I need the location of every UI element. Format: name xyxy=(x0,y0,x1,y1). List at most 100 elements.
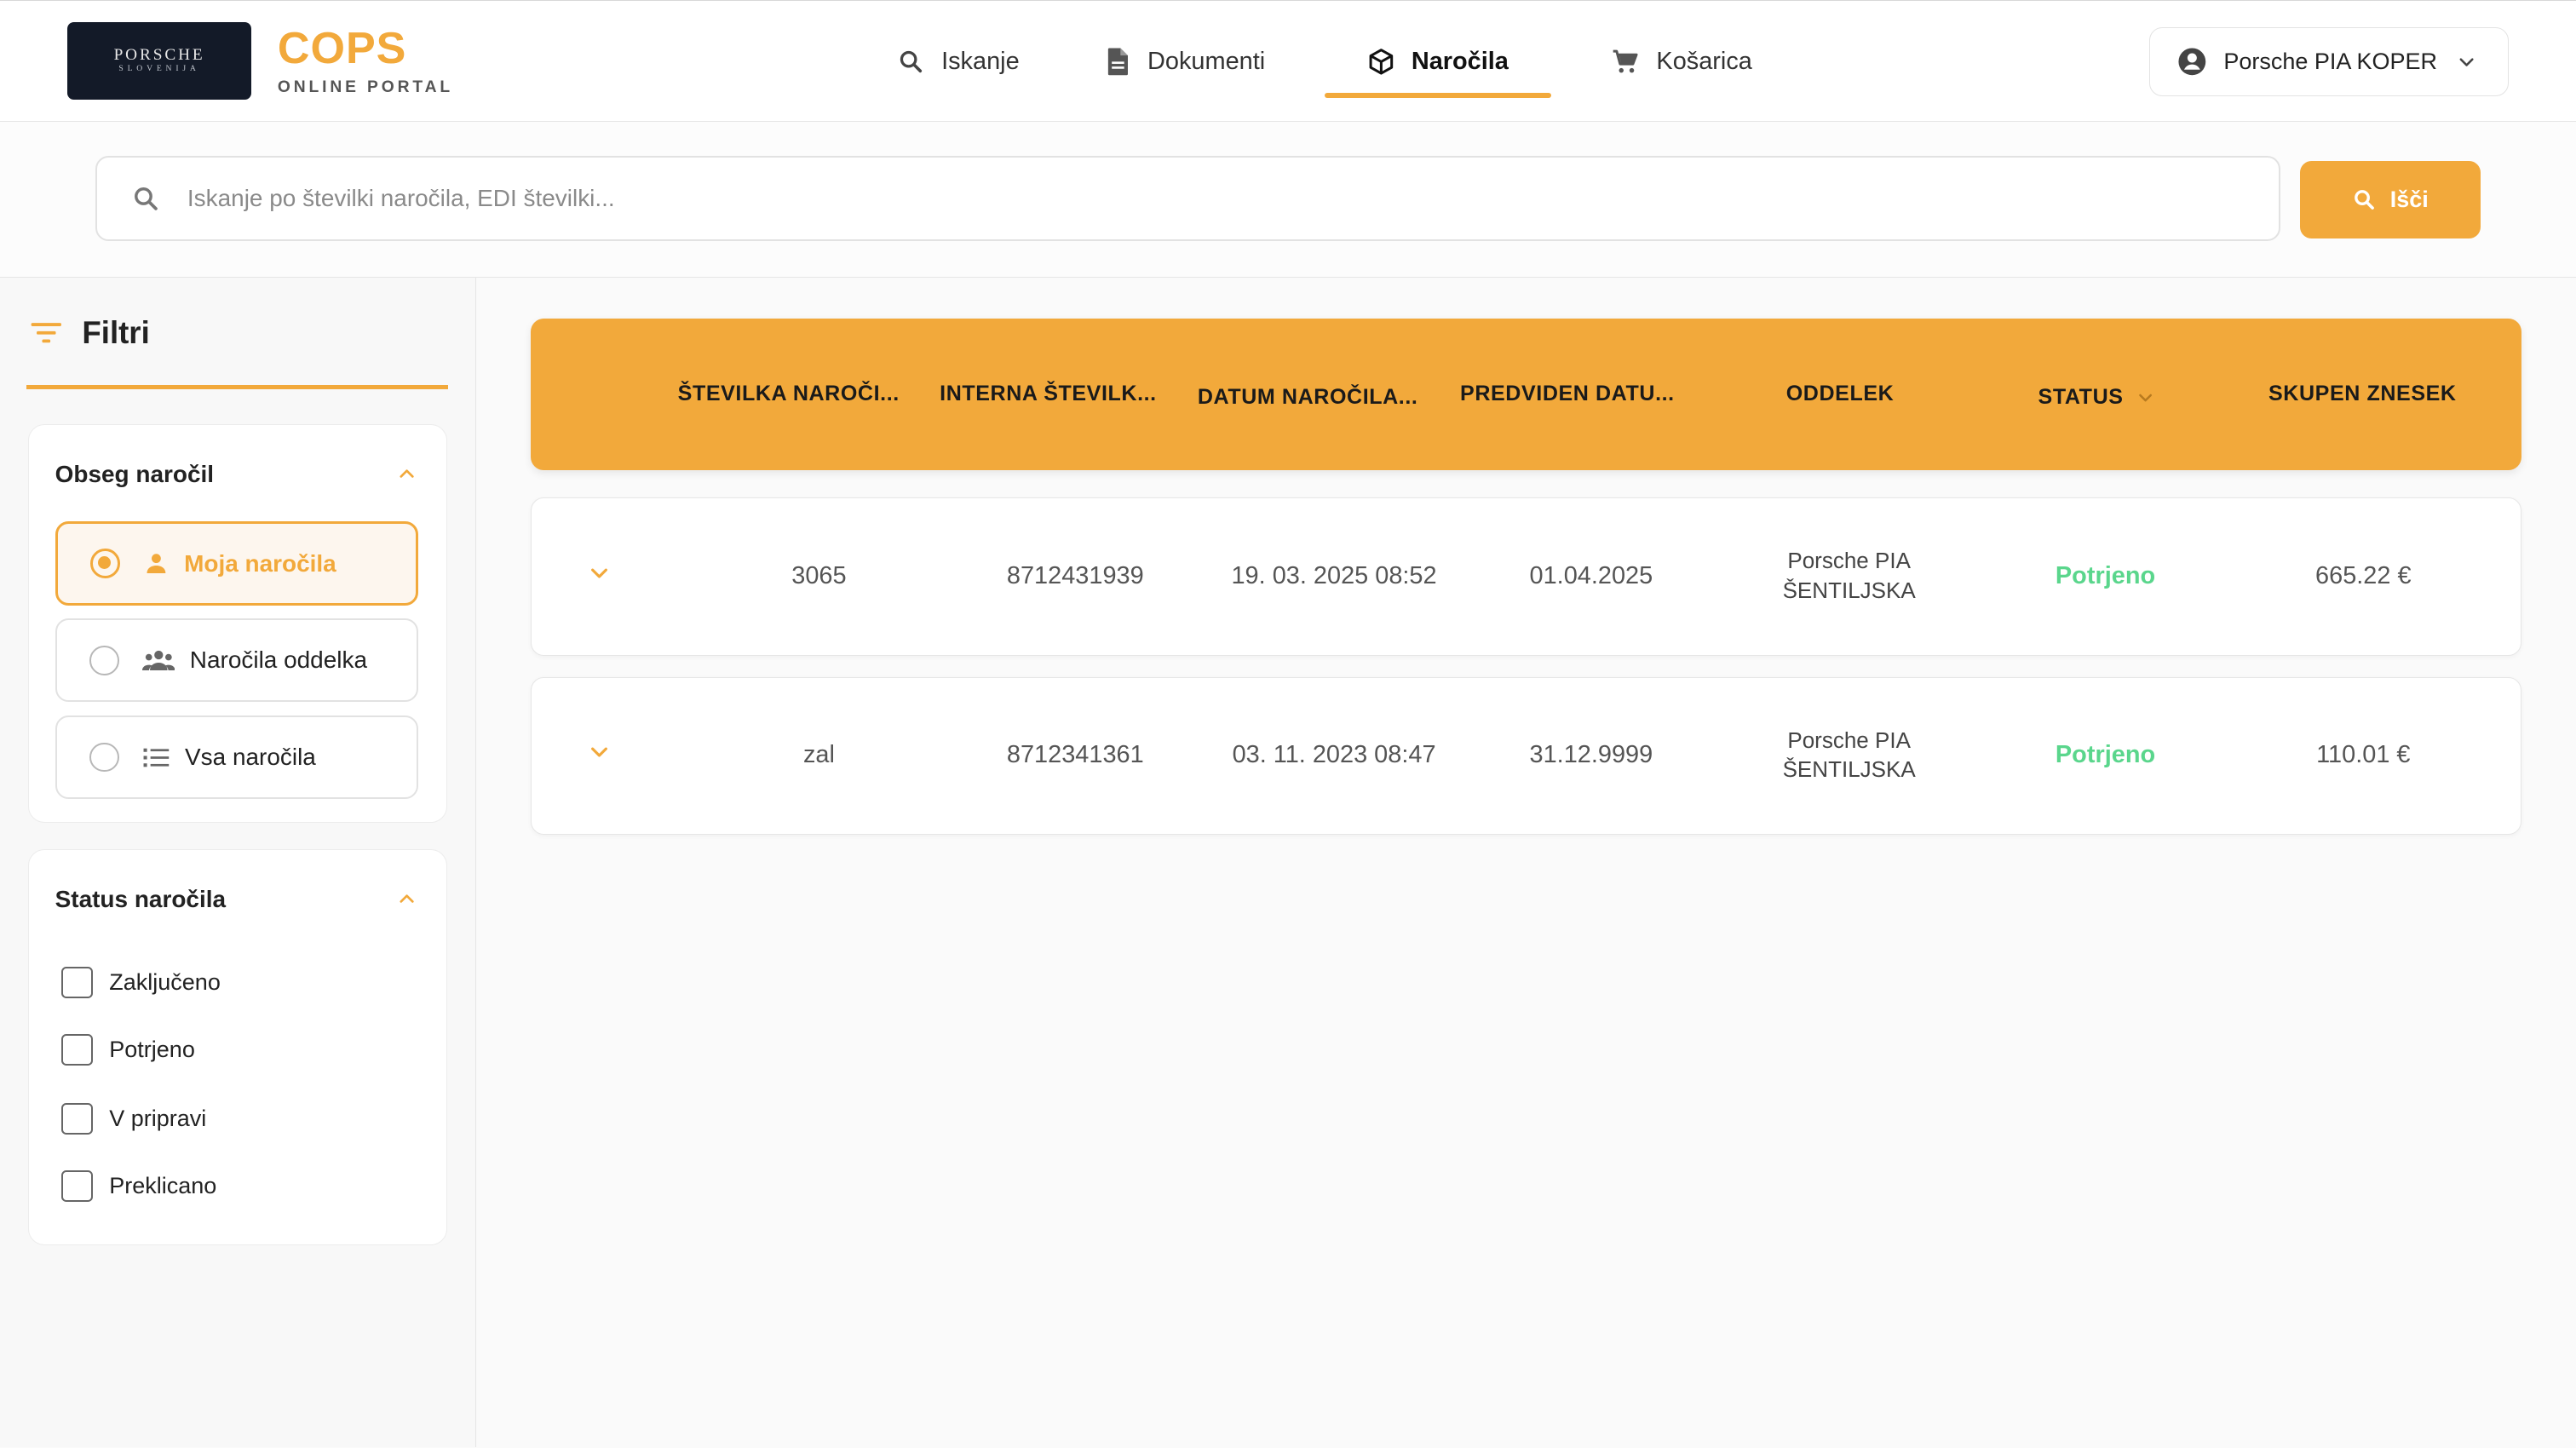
nav-item-kosarica[interactable]: Košarica xyxy=(1584,1,1779,123)
radio-button[interactable] xyxy=(90,549,120,578)
scope-option-my-orders[interactable]: Moja naročila xyxy=(55,521,418,606)
column-header-label: INTERNA ŠTEVILK... xyxy=(940,382,1157,406)
cell-internal-number: 8712431939 xyxy=(1006,561,1144,589)
table-row[interactable]: 3065 8712431939 19. 03. 2025 08:52 01.04… xyxy=(530,497,2522,656)
checkbox[interactable] xyxy=(61,1103,93,1135)
cell-department: Porsche PIA ŠENTILJSKA xyxy=(1726,678,1972,832)
status-option-label: Preklicano xyxy=(109,1172,217,1198)
cell-expected-date: 01.04.2025 xyxy=(1529,561,1653,589)
cell-order-number: 3065 xyxy=(791,561,847,589)
porsche-logo[interactable]: PORSCHE SLOVENIJA xyxy=(67,22,252,100)
nav-item-label: Dokumenti xyxy=(1147,47,1266,75)
nav-item-iskanje[interactable]: Iskanje xyxy=(871,1,1045,123)
column-header-status[interactable]: STATUS xyxy=(1973,319,2219,469)
chevron-up-icon[interactable] xyxy=(397,889,417,909)
scope-option-label: Moja naročila xyxy=(184,549,336,577)
cart-icon xyxy=(1613,49,1638,73)
department-line2: ŠENTILJSKA xyxy=(1782,756,1916,783)
scope-option-label: Vsa naročila xyxy=(185,744,316,771)
document-icon xyxy=(1107,48,1128,76)
column-header-internal-number[interactable]: INTERNA ŠTEVILK... xyxy=(925,319,1171,469)
scope-filter-title: Obseg naročil xyxy=(55,460,215,487)
filters-title: Filtri xyxy=(82,314,150,350)
scope-filter-card: Obseg naročil Moja naročila Naročila odd… xyxy=(27,423,447,824)
filter-icon xyxy=(31,323,61,343)
column-header-label: STATUS xyxy=(2038,385,2124,410)
checkbox[interactable] xyxy=(61,1170,93,1202)
nav-item-label: Košarica xyxy=(1656,47,1752,75)
nav-item-label: Iskanje xyxy=(941,47,1020,75)
table-row[interactable]: zal 8712341361 03. 11. 2023 08:47 31.12.… xyxy=(530,676,2522,835)
radio-button[interactable] xyxy=(89,645,119,675)
list-icon xyxy=(143,748,170,767)
status-option-preklicano[interactable]: Preklicano xyxy=(61,1170,216,1202)
department-line1: Porsche PIA xyxy=(1787,548,1911,574)
radio-button[interactable] xyxy=(89,742,119,773)
scope-option-department-orders[interactable]: Naročila oddelka xyxy=(55,618,418,703)
logo-subtext: SLOVENIJA xyxy=(118,64,200,74)
chevron-down-icon xyxy=(2459,58,2474,66)
cell-total: 665.22 € xyxy=(2315,561,2412,589)
expand-chevron-icon[interactable] xyxy=(588,740,611,763)
search-icon xyxy=(135,187,158,210)
status-option-zakljuceno[interactable]: Zaključeno xyxy=(61,966,221,998)
account-label: Porsche PIA KOPER xyxy=(2223,48,2437,74)
column-header-department[interactable]: ODDELEK xyxy=(1716,319,1963,469)
account-circle-icon xyxy=(2178,48,2206,76)
search-icon xyxy=(900,50,923,73)
cell-order-date: 19. 03. 2025 08:52 xyxy=(1231,561,1437,589)
status-option-potrjeno[interactable]: Potrjeno xyxy=(61,1034,195,1066)
expand-chevron-icon[interactable] xyxy=(588,561,611,584)
checkbox[interactable] xyxy=(61,966,93,998)
filters-header: Filtri xyxy=(26,310,449,390)
nav-item-dokumenti[interactable]: Dokumenti xyxy=(1078,1,1291,123)
brand: COPS ONLINE PORTAL xyxy=(278,26,453,97)
column-header-order-date[interactable]: DATUM NAROČILA... xyxy=(1185,319,1431,469)
package-icon xyxy=(1369,49,1393,75)
nav-item-label: Naročila xyxy=(1411,47,1509,75)
status-option-label: V pripravi xyxy=(109,1105,207,1131)
scope-option-label: Naročila oddelka xyxy=(189,646,368,674)
column-header-label: ODDELEK xyxy=(1785,382,1895,406)
scope-option-all-orders[interactable]: Vsa naročila xyxy=(55,715,418,800)
checkbox[interactable] xyxy=(61,1034,93,1066)
column-header-label: ŠTEVILKA NAROČI... xyxy=(677,382,900,406)
status-filter-card: Status naročila Zaključeno Potrjeno V pr… xyxy=(27,849,447,1245)
search-box[interactable] xyxy=(95,156,2280,242)
search-input[interactable] xyxy=(187,185,2159,213)
status-filter-title: Status naročila xyxy=(55,886,227,913)
brand-title: COPS xyxy=(277,23,407,73)
search-band: Išči xyxy=(0,121,2576,278)
department-line2: ŠENTILJSKA xyxy=(1782,577,1916,603)
cell-total: 110.01 € xyxy=(2316,740,2411,768)
column-header-label: DATUM NAROČILA... xyxy=(1197,385,1418,410)
group-icon xyxy=(141,650,175,670)
filters-sidebar: Filtri Obseg naročil Moja naročila Naroč… xyxy=(0,277,477,1448)
main-nav: Iskanje Dokumenti Naročila Košarica xyxy=(871,1,1811,123)
account-selector[interactable]: Porsche PIA KOPER xyxy=(2148,26,2509,96)
cell-internal-number: 8712341361 xyxy=(1006,740,1144,768)
logo-text: PORSCHE xyxy=(113,45,205,64)
cell-expected-date: 31.12.9999 xyxy=(1529,740,1653,768)
chevron-up-icon[interactable] xyxy=(397,464,417,484)
department-line1: Porsche PIA xyxy=(1787,727,1911,753)
column-header-label: PREDVIDEN DATU... xyxy=(1460,382,1675,406)
search-button-label: Išči xyxy=(2389,186,2429,212)
app-root: PORSCHE SLOVENIJA COPS ONLINE PORTAL Isk… xyxy=(0,0,2576,1448)
nav-item-narocila[interactable]: Naročila xyxy=(1324,1,1552,123)
cell-order-date: 03. 11. 2023 08:47 xyxy=(1232,740,1436,768)
status-badge: Potrjeno xyxy=(2055,561,2156,589)
person-icon xyxy=(147,554,166,574)
column-header-total[interactable]: SKUPEN ZNESEK xyxy=(2240,319,2486,469)
top-header: PORSCHE SLOVENIJA COPS ONLINE PORTAL Isk… xyxy=(0,0,2576,122)
sort-chevron-down-icon xyxy=(2139,394,2153,402)
status-option-v-pripravi[interactable]: V pripravi xyxy=(61,1103,206,1135)
column-header-order-number[interactable]: ŠTEVILKA NAROČI... xyxy=(665,319,911,469)
search-button[interactable]: Išči xyxy=(2300,160,2481,238)
cell-order-number: zal xyxy=(802,740,835,768)
orders-table-header: ŠTEVILKA NAROČI... INTERNA ŠTEVILK... DA… xyxy=(530,319,2522,470)
status-option-label: Zaključeno xyxy=(109,968,221,995)
search-icon xyxy=(2355,189,2375,210)
status-badge: Potrjeno xyxy=(2055,740,2156,768)
column-header-expected-date[interactable]: PREDVIDEN DATU... xyxy=(1444,319,1690,469)
